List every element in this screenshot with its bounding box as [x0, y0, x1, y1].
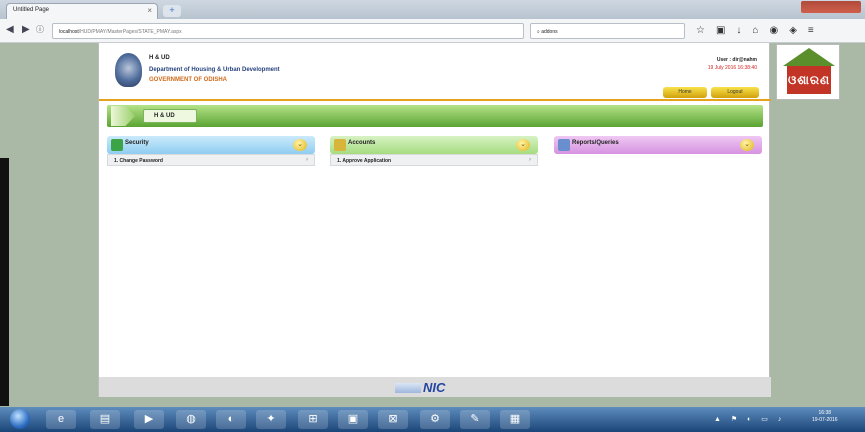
forward-icon[interactable]: ▶ [22, 22, 30, 38]
chevron-down-icon[interactable]: ⌄ [740, 139, 754, 151]
reports-icon [558, 139, 570, 151]
download-icon[interactable]: ↓ [736, 25, 752, 36]
start-button[interactable] [10, 409, 30, 429]
accounts-panel-title: Accounts [348, 140, 376, 146]
clipboard-icon[interactable]: ▣ [716, 25, 736, 36]
site-info-icon[interactable]: ⓘ [36, 22, 44, 38]
odisha-emblem-icon [115, 53, 142, 87]
menu-item-label: 1. Approve Application [337, 158, 392, 164]
star-icon[interactable]: ☆ [696, 25, 716, 36]
image-icon[interactable]: ▦ [500, 410, 530, 429]
folder-icon[interactable]: ▤ [90, 410, 120, 429]
search-input[interactable]: ⌕ addons [530, 23, 685, 39]
game-icon[interactable]: ✦ [256, 410, 286, 429]
reports-panel-header[interactable]: Reports/Queries ⌄ [554, 136, 762, 154]
window-icon[interactable]: ▣ [338, 410, 368, 429]
network-icon[interactable]: ⊞ [298, 410, 328, 429]
security-panel-header[interactable]: Security ⌄ [107, 136, 315, 154]
firefox-icon[interactable]: ◐ [216, 410, 246, 429]
home-button[interactable]: Home [663, 87, 707, 98]
nic-logo: NIC [395, 380, 475, 395]
web-page: H & UD Department of Housing & Urban Dev… [98, 43, 771, 397]
home-icon[interactable]: ⌂ [752, 25, 769, 36]
org-short-name: H & UD [149, 55, 170, 61]
datetime-label: 19 July 2016 16:38:40 [707, 65, 757, 71]
reports-panel-title: Reports/Queries [572, 140, 619, 146]
ie-icon[interactable]: e [46, 410, 76, 429]
chevron-down-icon[interactable]: ⌄ [516, 139, 530, 151]
department-name: Department of Housing & Urban Developmen… [149, 67, 280, 73]
government-name: GOVERNMENT OF ODISHA [149, 77, 228, 83]
shield-icon[interactable]: ◈ [789, 25, 808, 36]
menu-item-approve-application[interactable]: 1. Approve Application › [330, 154, 538, 166]
search-text: addons [541, 29, 558, 35]
browser-tab[interactable]: Untitled Page × [6, 3, 158, 19]
left-edge-bar [0, 158, 9, 406]
menu-icon[interactable]: ≡ [808, 25, 825, 36]
header-divider [99, 99, 771, 101]
clock-time: 16:38 [818, 410, 832, 416]
chevron-down-icon[interactable]: ⌄ [293, 139, 307, 151]
housing-logo-text: ଓଶାରଣ [787, 66, 831, 94]
address-bar[interactable]: localhost/HUD/PMAY/MasterPages/STATE_PMA… [52, 23, 524, 39]
page-footer: NIC [99, 377, 771, 397]
chevron-right-icon: › [306, 157, 308, 163]
section-label: H & UD [143, 109, 197, 123]
taskbar: e ▤ ▶ ◍ ◐ ✦ ⊞ ▣ ⊠ ⚙ ✎ ▦ ▲ ⚑ ◐ ▭ ♪ 16:38 … [0, 407, 865, 432]
close-tab-icon[interactable]: × [147, 6, 152, 15]
nic-logo-text: NIC [423, 380, 446, 395]
browser-navbar: ◀ ▶ ⓘ localhost/HUD/PMAY/MasterPages/STA… [0, 19, 865, 43]
browser-tab-bar: Untitled Page × + [0, 0, 865, 19]
logout-button[interactable]: Logout [711, 87, 759, 98]
back-icon[interactable]: ◀ [6, 22, 14, 38]
nic-logo-graphic [395, 383, 421, 393]
housing-logo: ଓଶାରଣ [776, 44, 840, 100]
url-host: localhost [59, 29, 79, 35]
accounts-icon [334, 139, 346, 151]
tools-icon[interactable]: ⚙ [420, 410, 450, 429]
user-label: User : dir@nahm [716, 57, 757, 63]
menu-item-label: 1. Change Password [114, 158, 163, 164]
browser-toolbar-icons: ☆▣↓⌂◉◈≡ [696, 23, 825, 39]
tab-title: Untitled Page [13, 7, 50, 13]
taskbar-clock[interactable]: 16:38 19-07-2016 [812, 410, 838, 424]
chevron-right-icon [111, 106, 135, 126]
system-tray[interactable]: ▲ ⚑ ◐ ▭ ♪ [714, 415, 785, 423]
section-bar: H & UD [107, 105, 763, 127]
menu-item-change-password[interactable]: 1. Change Password › [107, 154, 315, 166]
paint-icon[interactable]: ✎ [460, 410, 490, 429]
url-path: /HUD/PMAY/MasterPages/STATE_PMAY.aspx [78, 29, 182, 35]
media-icon[interactable]: ▶ [134, 410, 164, 429]
roof-icon [783, 48, 835, 66]
pocket-icon[interactable]: ◉ [769, 25, 789, 36]
chrome-icon[interactable]: ◍ [176, 410, 206, 429]
chevron-right-icon: › [529, 157, 531, 163]
excel-icon[interactable]: ⊠ [378, 410, 408, 429]
accounts-panel-header[interactable]: Accounts ⌄ [330, 136, 538, 154]
security-panel-title: Security [125, 140, 149, 146]
clock-date: 19-07-2016 [812, 417, 838, 423]
security-icon [111, 139, 123, 151]
new-tab-button[interactable]: + [163, 5, 181, 17]
window-controls[interactable] [801, 1, 861, 13]
